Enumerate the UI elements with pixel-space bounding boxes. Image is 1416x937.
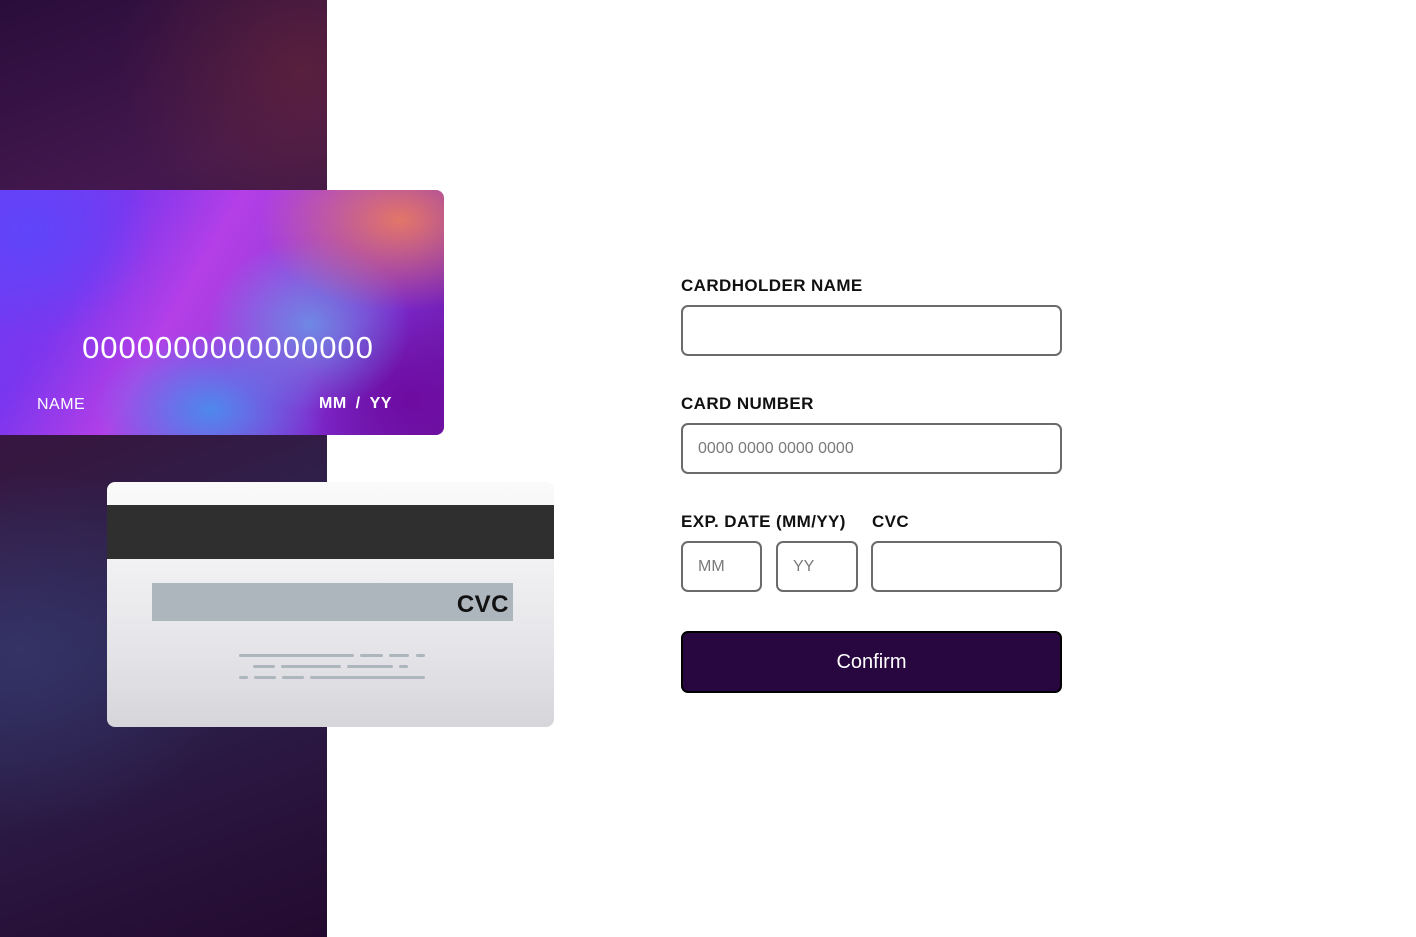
magnetic-stripe [107,505,554,559]
card-back-preview: CVC [107,482,554,727]
card-name-preview: NAME [37,396,86,413]
cvc-preview: CVC [456,591,509,618]
card-exp-month-preview: MM [319,395,347,412]
card-exp-year-preview: YY [369,395,392,412]
card-fine-print-lines [239,654,425,684]
card-front-preview: 0000000000000000 NAME MM / YY [0,190,444,435]
exp-date-label: EXP. DATE (MM/YY) [681,512,846,531]
card-number-label: CARD NUMBER [681,394,814,413]
signature-strip: CVC [152,583,513,621]
card-expiry-preview: MM / YY [319,395,392,413]
cardholder-name-input[interactable] [681,305,1062,356]
cardholder-name-label: CARDHOLDER NAME [681,276,863,295]
card-number-preview: 0000000000000000 [82,330,374,365]
cvc-input[interactable] [871,541,1062,592]
decorative-side-panel [0,0,327,937]
cvc-label: CVC [872,512,910,531]
card-number-input[interactable] [681,423,1062,474]
exp-year-input[interactable] [776,541,858,592]
card-exp-separator: / [355,395,361,412]
exp-month-input[interactable] [681,541,762,592]
confirm-button[interactable]: Confirm [681,631,1062,693]
card-payment-page: 0000000000000000 NAME MM / YY CVC CARDHOLD… [0,0,1416,937]
